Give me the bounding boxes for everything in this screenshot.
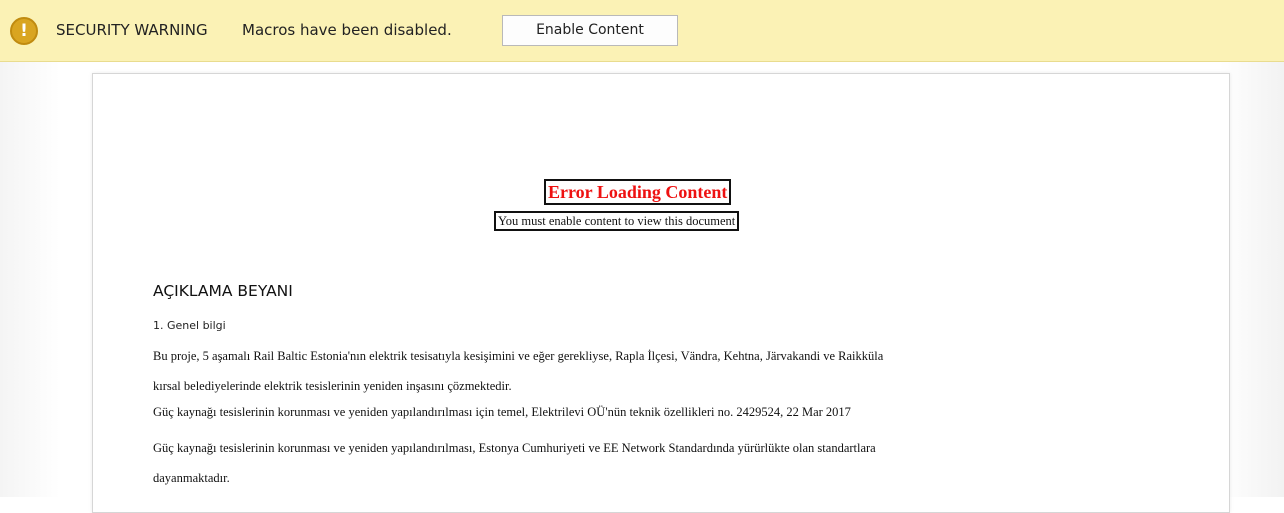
document-section-title: 1. Genel bilgi xyxy=(153,319,226,332)
document-heading: AÇIKLAMA BEYANI xyxy=(153,282,293,300)
error-loading-title: Error Loading Content xyxy=(544,179,732,205)
document-paragraph-line: dayanmaktadır. xyxy=(153,471,230,485)
warning-shield-icon: ! xyxy=(10,17,38,45)
document-paragraph-line: Bu proje, 5 aşamalı Rail Baltic Estonia'… xyxy=(153,349,884,363)
error-loading-subtitle: You must enable content to view this doc… xyxy=(494,211,740,231)
security-warning-bar: ! SECURITY WARNING Macros have been disa… xyxy=(0,0,1284,62)
document-paragraph-line: Güç kaynağı tesislerinin korunması ve ye… xyxy=(153,441,876,455)
document-paragraph-line: kırsal belediyelerinde elektrik tesisler… xyxy=(153,379,512,393)
document-paragraph-line: Güç kaynağı tesislerinin korunması ve ye… xyxy=(153,405,851,419)
enable-content-button[interactable]: Enable Content xyxy=(502,15,678,46)
security-warning-message: Macros have been disabled. xyxy=(242,21,452,39)
security-warning-title: SECURITY WARNING xyxy=(56,21,208,39)
